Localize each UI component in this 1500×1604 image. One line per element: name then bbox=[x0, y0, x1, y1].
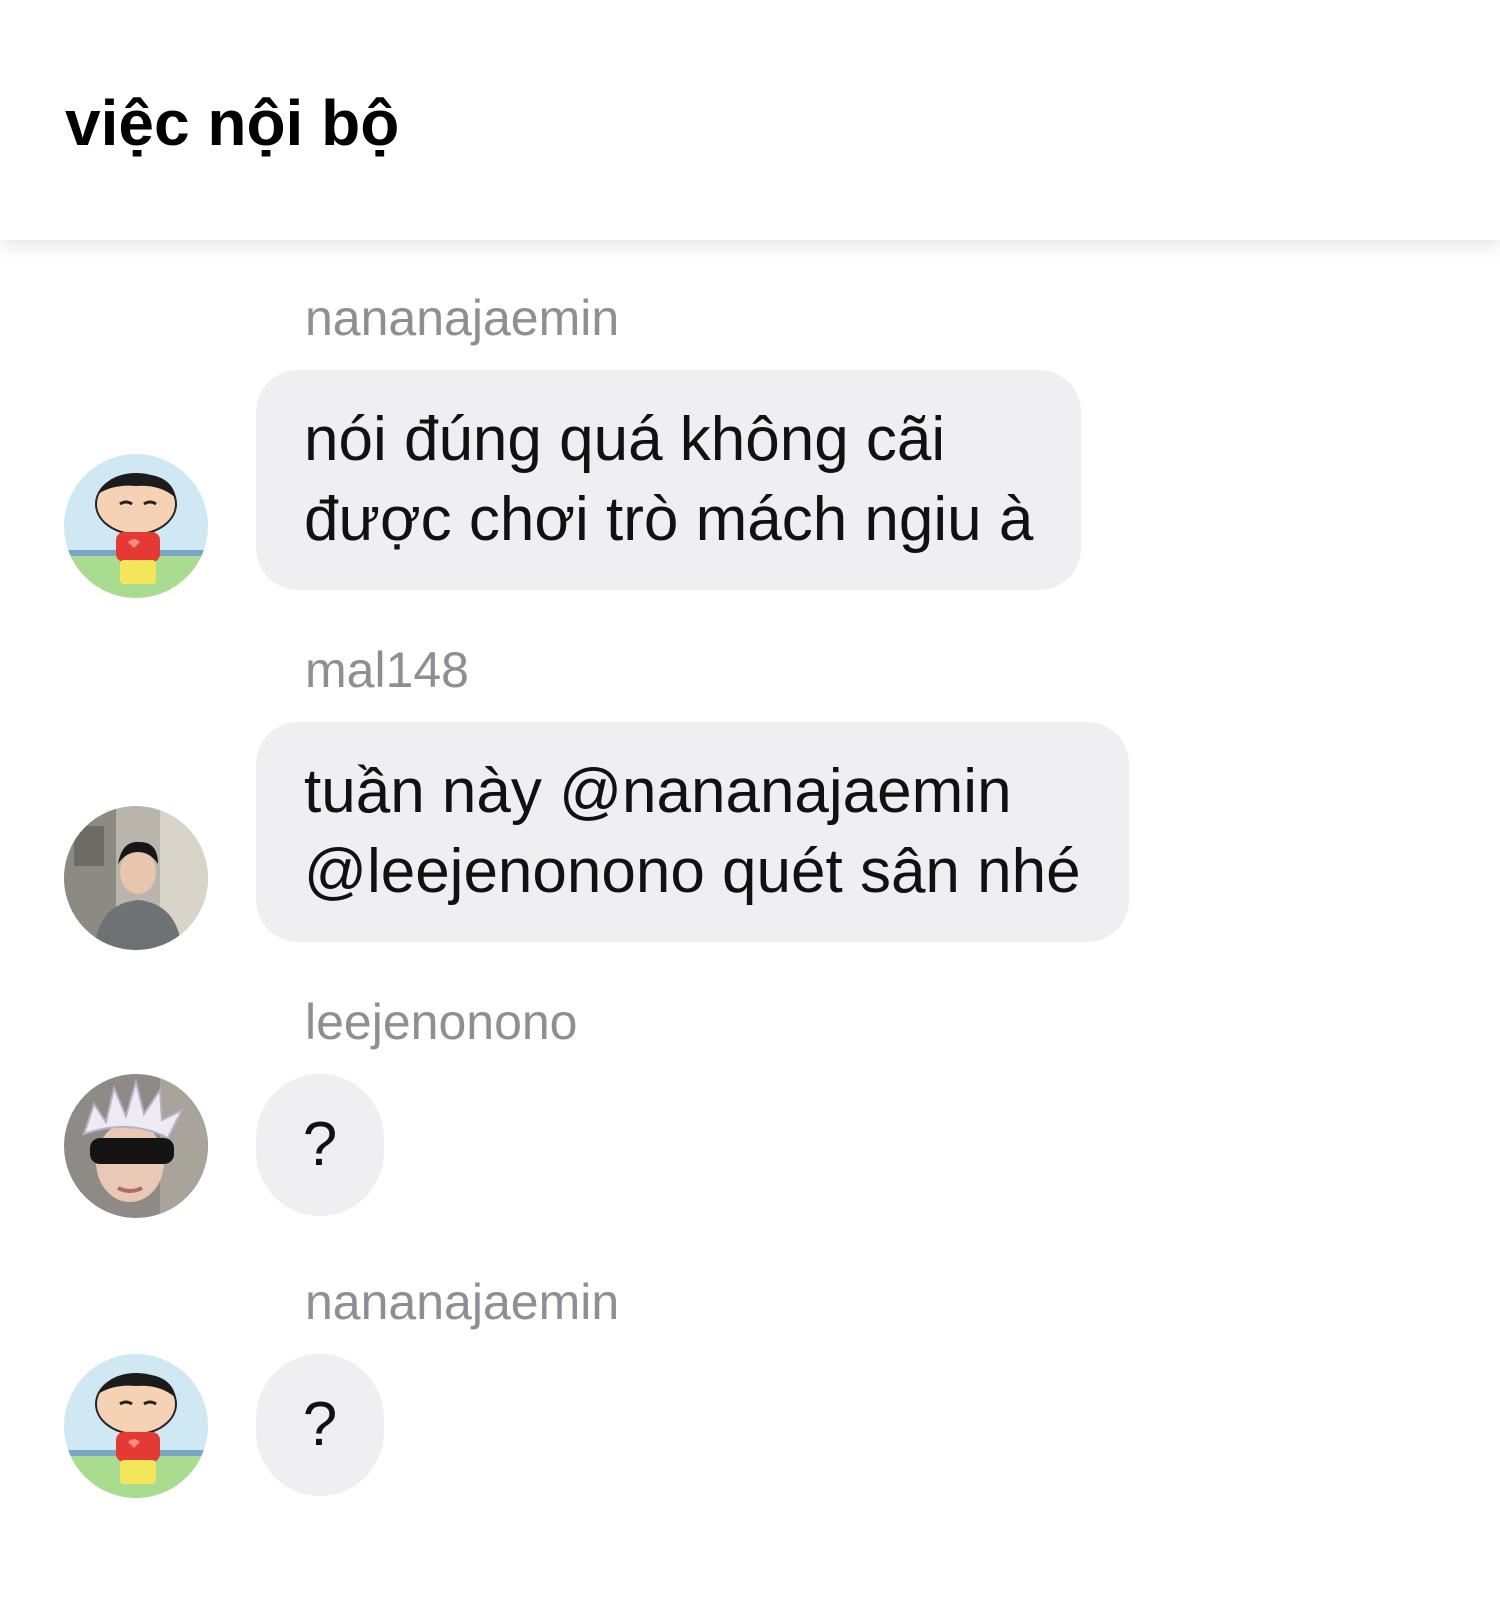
chat-header: việc nội bộ bbox=[0, 0, 1500, 240]
message-text-line: @leejenonono quét sân nhé bbox=[304, 837, 1081, 906]
message-bubble[interactable]: nói đúng quá không cãi được chơi trò mác… bbox=[256, 370, 1082, 590]
cartoon-boy-avatar[interactable] bbox=[64, 454, 208, 598]
message-text-line: nói đúng quá không cãi bbox=[304, 405, 946, 474]
sender-name[interactable]: leejenonono bbox=[305, 992, 578, 1052]
message-text-line: được chơi trò mách ngiu à bbox=[304, 485, 1034, 554]
cartoon-boy-avatar[interactable] bbox=[64, 1354, 208, 1498]
message-text-line: tuần này @nananajaemin bbox=[304, 757, 1012, 826]
message-list[interactable]: nananajaemin nói đúng quá không cãi được… bbox=[0, 240, 1500, 1604]
message-bubble[interactable]: tuần này @nananajaemin @leejenonono quét… bbox=[256, 722, 1129, 942]
group-title[interactable]: việc nội bộ bbox=[65, 78, 399, 168]
message-text: ? bbox=[302, 1110, 338, 1179]
sender-name[interactable]: mal148 bbox=[305, 640, 469, 700]
sender-name[interactable]: nananajaemin bbox=[305, 288, 619, 348]
message-bubble[interactable]: ? bbox=[256, 1074, 384, 1216]
message-bubble[interactable]: ? bbox=[256, 1354, 384, 1496]
message-text: ? bbox=[302, 1390, 338, 1459]
masked-white-hair-avatar[interactable] bbox=[64, 1074, 208, 1218]
young-man-photo-avatar[interactable] bbox=[64, 806, 208, 950]
sender-name[interactable]: nananajaemin bbox=[305, 1272, 619, 1332]
